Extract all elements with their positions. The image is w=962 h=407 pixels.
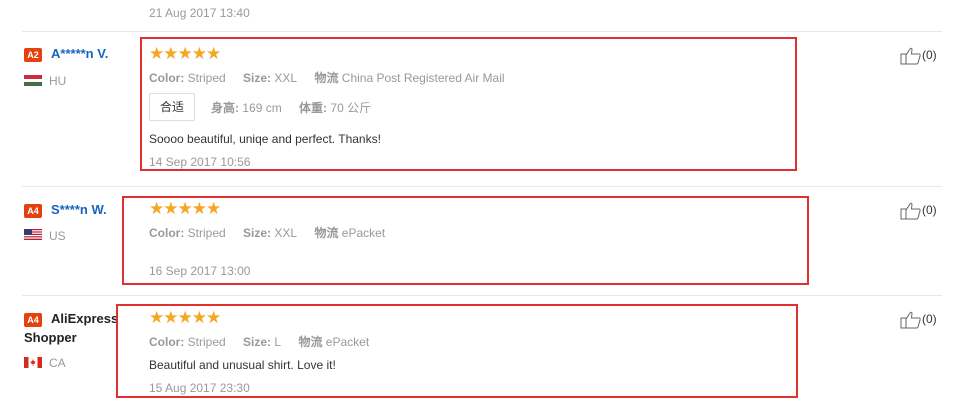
usa-flag-icon	[24, 229, 42, 240]
reviewer-country: CA	[49, 356, 66, 370]
helpful-button[interactable]: (0)	[900, 47, 937, 65]
divider	[22, 31, 942, 32]
divider	[22, 295, 942, 296]
reviewer-country: US	[49, 229, 66, 243]
buyer-level-badge: A2	[24, 48, 42, 62]
canada-flag-icon	[24, 357, 42, 368]
helpful-button[interactable]: (0)	[900, 202, 937, 220]
reviewer-name[interactable]: A*****n V.	[51, 46, 108, 61]
thumbs-up-icon	[900, 202, 921, 220]
highlight-box	[116, 304, 798, 398]
helpful-count: (0)	[922, 203, 937, 218]
thumbs-up-icon	[900, 47, 921, 65]
highlight-box	[122, 196, 809, 285]
helpful-button[interactable]: (0)	[900, 311, 937, 329]
helpful-count: (0)	[922, 312, 937, 327]
previous-review-date: 21 Aug 2017 13:40	[149, 6, 250, 20]
highlight-box	[140, 37, 797, 171]
thumbs-up-icon	[900, 311, 921, 329]
helpful-count: (0)	[922, 48, 937, 63]
reviewer-name[interactable]: S****n W.	[51, 202, 107, 217]
buyer-level-badge: A4	[24, 204, 42, 218]
divider	[22, 186, 942, 187]
reviewer-country: HU	[49, 74, 67, 88]
hungary-flag-icon	[24, 75, 42, 86]
